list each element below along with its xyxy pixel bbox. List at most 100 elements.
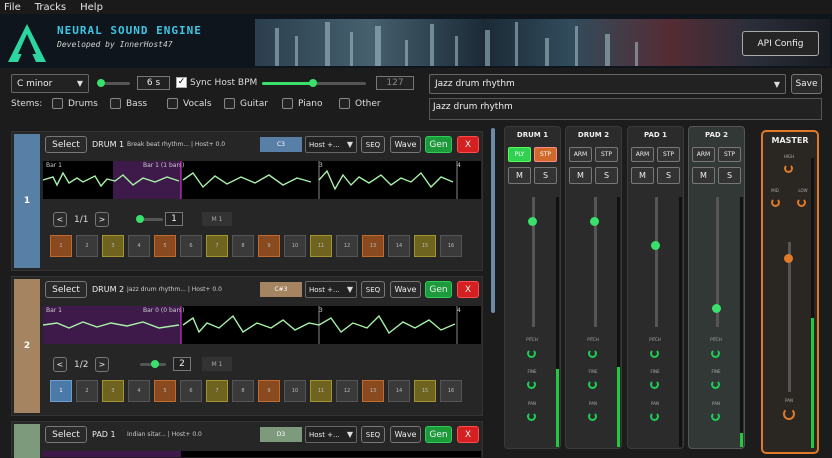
prompt-select[interactable]: Jazz drum rhythm ▼: [429, 74, 786, 94]
mode-badge[interactable]: M 1: [202, 212, 232, 226]
stem-bass[interactable]: Bass: [110, 98, 147, 109]
delete-track-button[interactable]: X: [457, 136, 479, 153]
gen-button[interactable]: Gen: [425, 136, 452, 153]
pan-knob[interactable]: [650, 412, 659, 421]
arm-button[interactable]: ARM: [692, 147, 715, 162]
menu-help[interactable]: Help: [80, 2, 103, 13]
host-select[interactable]: Host +... ▼: [305, 426, 357, 443]
step-button[interactable]: 8: [232, 235, 254, 257]
gen-button[interactable]: Gen: [425, 426, 452, 443]
stem-guitar[interactable]: Guitar: [224, 98, 268, 109]
stem-drums[interactable]: Drums: [52, 98, 98, 109]
waveform-display[interactable]: [43, 451, 481, 457]
host-select[interactable]: Host +... ▼: [305, 136, 357, 153]
wave-button[interactable]: Wave: [390, 281, 421, 298]
seq-button[interactable]: SEQ: [361, 426, 385, 443]
mute-button[interactable]: M: [692, 167, 715, 184]
waveform-display[interactable]: Bar 1 Bar 1 (1 bars) 3 4: [43, 161, 481, 199]
step-button[interactable]: 16: [440, 380, 462, 402]
step-button[interactable]: 2: [76, 235, 98, 257]
step-button[interactable]: 1: [50, 235, 72, 257]
step-button[interactable]: 5: [154, 235, 176, 257]
step-button[interactable]: 1: [50, 380, 72, 402]
step-button[interactable]: 7: [206, 235, 228, 257]
solo-button[interactable]: S: [534, 167, 557, 184]
step-button[interactable]: 11: [310, 235, 332, 257]
seq-button[interactable]: SEQ: [361, 136, 385, 153]
tracks-scrollbar[interactable]: [491, 128, 495, 313]
duration-field[interactable]: 6 s: [137, 76, 170, 90]
sync-host-checkbox[interactable]: ✓: [176, 77, 187, 88]
step-button[interactable]: 13: [362, 380, 384, 402]
solo-button[interactable]: S: [718, 167, 741, 184]
eq-low-knob[interactable]: [797, 198, 806, 207]
step-button[interactable]: 9: [258, 380, 280, 402]
step-button[interactable]: 6: [180, 380, 202, 402]
delete-track-button[interactable]: X: [457, 281, 479, 298]
host-select[interactable]: Host +... ▼: [305, 281, 357, 298]
save-button[interactable]: Save: [791, 74, 822, 94]
step-button[interactable]: 3: [102, 380, 124, 402]
step-button[interactable]: 6: [180, 235, 202, 257]
volume-fader-handle[interactable]: [590, 217, 599, 226]
volume-fader-handle[interactable]: [712, 304, 721, 313]
next-page-button[interactable]: >: [95, 357, 109, 372]
key-select[interactable]: C minor ▼: [11, 74, 89, 93]
step-button[interactable]: 10: [284, 235, 306, 257]
step-button[interactable]: 2: [76, 380, 98, 402]
stem-other[interactable]: Other: [339, 98, 381, 109]
wave-button[interactable]: Wave: [390, 426, 421, 443]
stop-button[interactable]: STP: [718, 147, 741, 162]
mute-button[interactable]: M: [508, 167, 531, 184]
pan-knob[interactable]: [711, 412, 720, 421]
step-button[interactable]: 3: [102, 235, 124, 257]
stop-button[interactable]: STP: [534, 147, 557, 162]
pitch-knob[interactable]: [650, 349, 659, 358]
fine-knob[interactable]: [650, 380, 659, 389]
mute-button[interactable]: M: [631, 167, 654, 184]
delete-track-button[interactable]: X: [457, 426, 479, 443]
step-button[interactable]: 7: [206, 380, 228, 402]
stop-button[interactable]: STP: [657, 147, 680, 162]
stem-piano[interactable]: Piano: [282, 98, 322, 109]
waveform-display[interactable]: Bar 1 Bar 0 (0 bars) 3 4: [43, 306, 481, 344]
fine-knob[interactable]: [527, 380, 536, 389]
menu-tracks[interactable]: Tracks: [35, 2, 66, 13]
prompt-text-input[interactable]: Jazz drum rhythm: [429, 98, 822, 120]
volume-fader-handle[interactable]: [651, 241, 660, 250]
solo-button[interactable]: S: [595, 167, 618, 184]
wave-button[interactable]: Wave: [390, 136, 421, 153]
arm-button[interactable]: ARM: [631, 147, 654, 162]
length-field[interactable]: 1: [165, 212, 183, 226]
fine-knob[interactable]: [588, 380, 597, 389]
track-select-button[interactable]: Select: [45, 136, 87, 153]
step-button[interactable]: 4: [128, 380, 150, 402]
mode-badge[interactable]: M 1: [202, 357, 232, 371]
arm-button[interactable]: ARM: [569, 147, 592, 162]
step-button[interactable]: 11: [310, 380, 332, 402]
master-pan-knob[interactable]: [783, 408, 795, 420]
gen-button[interactable]: Gen: [425, 281, 452, 298]
length-slider-handle[interactable]: [136, 215, 144, 223]
master-volume-fader-handle[interactable]: [784, 254, 793, 263]
step-button[interactable]: 8: [232, 380, 254, 402]
pitch-knob[interactable]: [711, 349, 720, 358]
step-button[interactable]: 16: [440, 235, 462, 257]
pitch-knob[interactable]: [527, 349, 536, 358]
next-page-button[interactable]: >: [95, 212, 109, 227]
pan-knob[interactable]: [588, 412, 597, 421]
track-select-button[interactable]: Select: [45, 281, 87, 298]
mute-button[interactable]: M: [569, 167, 592, 184]
step-button[interactable]: 5: [154, 380, 176, 402]
step-button[interactable]: 14: [388, 380, 410, 402]
step-button[interactable]: 13: [362, 235, 384, 257]
step-button[interactable]: 15: [414, 235, 436, 257]
stem-vocals[interactable]: Vocals: [167, 98, 212, 109]
solo-button[interactable]: S: [657, 167, 680, 184]
bpm-field[interactable]: 127: [376, 76, 414, 90]
step-button[interactable]: 4: [128, 235, 150, 257]
menu-file[interactable]: File: [4, 2, 21, 13]
volume-fader[interactable]: [655, 197, 658, 327]
duration-slider-handle[interactable]: [97, 79, 105, 87]
note-badge[interactable]: C#3: [260, 282, 302, 297]
